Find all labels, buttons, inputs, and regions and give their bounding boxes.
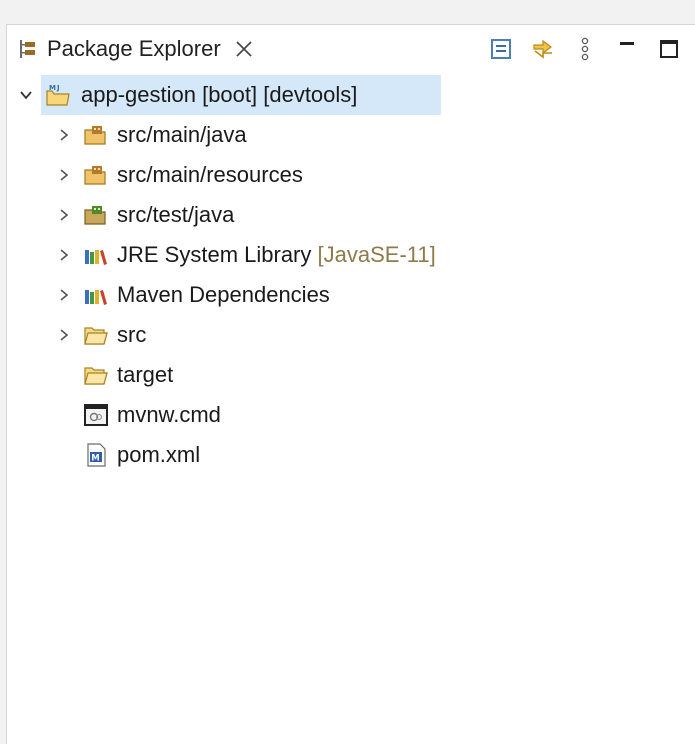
maximize-icon xyxy=(660,40,678,58)
tree-root-item[interactable]: M J app-gestion [boot] [devtools] xyxy=(7,75,695,115)
test-source-folder-icon xyxy=(83,202,109,228)
svg-text:M: M xyxy=(49,84,56,92)
cmd-file-icon xyxy=(83,402,109,428)
link-with-editor-icon xyxy=(533,39,552,59)
tab-title: Package Explorer xyxy=(47,36,221,61)
tree-item-label: pom.xml xyxy=(117,442,201,467)
view-menu-button[interactable] xyxy=(571,35,599,63)
tree-item-src-test-java[interactable]: src/test/java xyxy=(7,195,695,235)
library-icon xyxy=(83,242,109,268)
library-icon xyxy=(83,282,109,308)
folder-icon xyxy=(83,322,109,348)
maven-project-icon: M J xyxy=(45,82,71,108)
tree-item-label: src/test/java xyxy=(117,202,235,227)
chevron-down-icon[interactable] xyxy=(17,86,35,104)
tree-item-pom-xml[interactable]: M pom.xml xyxy=(7,435,695,475)
tree-item-label: app-gestion [boot] [devtools] xyxy=(81,82,358,107)
tree-item-maven-dependencies[interactable]: Maven Dependencies xyxy=(7,275,695,315)
svg-text:M: M xyxy=(91,454,99,464)
tree-item-label: src xyxy=(117,322,147,347)
tree-item-src[interactable]: src xyxy=(7,315,695,355)
view-toolbar xyxy=(487,25,683,73)
tree-item-label: mvnw.cmd xyxy=(117,402,221,427)
view-tab-bar: Package Explorer xyxy=(7,25,695,73)
project-tree: M J app-gestion [boot] [devtools] src/ma… xyxy=(7,75,695,475)
tree-item-label: JRE System Library [JavaSE-11] xyxy=(117,242,436,267)
collapse-all-icon xyxy=(491,39,511,59)
chevron-right-icon[interactable] xyxy=(55,286,73,304)
collapse-all-button[interactable] xyxy=(487,35,515,63)
tree-item-target[interactable]: target xyxy=(7,355,695,395)
source-folder-icon xyxy=(83,162,109,188)
minimize-icon xyxy=(620,42,634,45)
svg-text:J: J xyxy=(56,84,60,92)
chevron-right-icon[interactable] xyxy=(55,126,73,144)
package-explorer-icon xyxy=(20,40,35,58)
tree-item-decoration: [JavaSE-11] xyxy=(317,242,436,267)
package-explorer-view: Package Explorer M J app-gestion [boot] … xyxy=(6,24,695,744)
maven-pom-icon: M xyxy=(83,442,109,468)
tree-item-src-main-resources[interactable]: src/main/resources xyxy=(7,155,695,195)
chevron-right-icon[interactable] xyxy=(55,166,73,184)
tree-item-src-main-java[interactable]: src/main/java xyxy=(7,115,695,155)
maximize-button[interactable] xyxy=(655,35,683,63)
tree-item-label: target xyxy=(117,362,174,387)
tree-item-jre-system-library[interactable]: JRE System Library [JavaSE-11] xyxy=(7,235,695,275)
chevron-right-icon[interactable] xyxy=(55,246,73,264)
tree-item-label: Maven Dependencies xyxy=(117,282,330,307)
tab-package-explorer[interactable]: Package Explorer xyxy=(7,25,267,73)
close-icon[interactable] xyxy=(235,40,253,58)
view-menu-icon xyxy=(581,37,589,61)
tree-item-mvnw-cmd[interactable]: mvnw.cmd xyxy=(7,395,695,435)
folder-icon xyxy=(83,362,109,388)
minimize-button[interactable] xyxy=(613,35,641,63)
tree-item-label: src/main/java xyxy=(117,122,247,147)
link-with-editor-button[interactable] xyxy=(529,35,557,63)
chevron-right-icon[interactable] xyxy=(55,326,73,344)
tree-item-label: src/main/resources xyxy=(117,162,303,187)
chevron-right-icon[interactable] xyxy=(55,206,73,224)
source-folder-icon xyxy=(83,122,109,148)
